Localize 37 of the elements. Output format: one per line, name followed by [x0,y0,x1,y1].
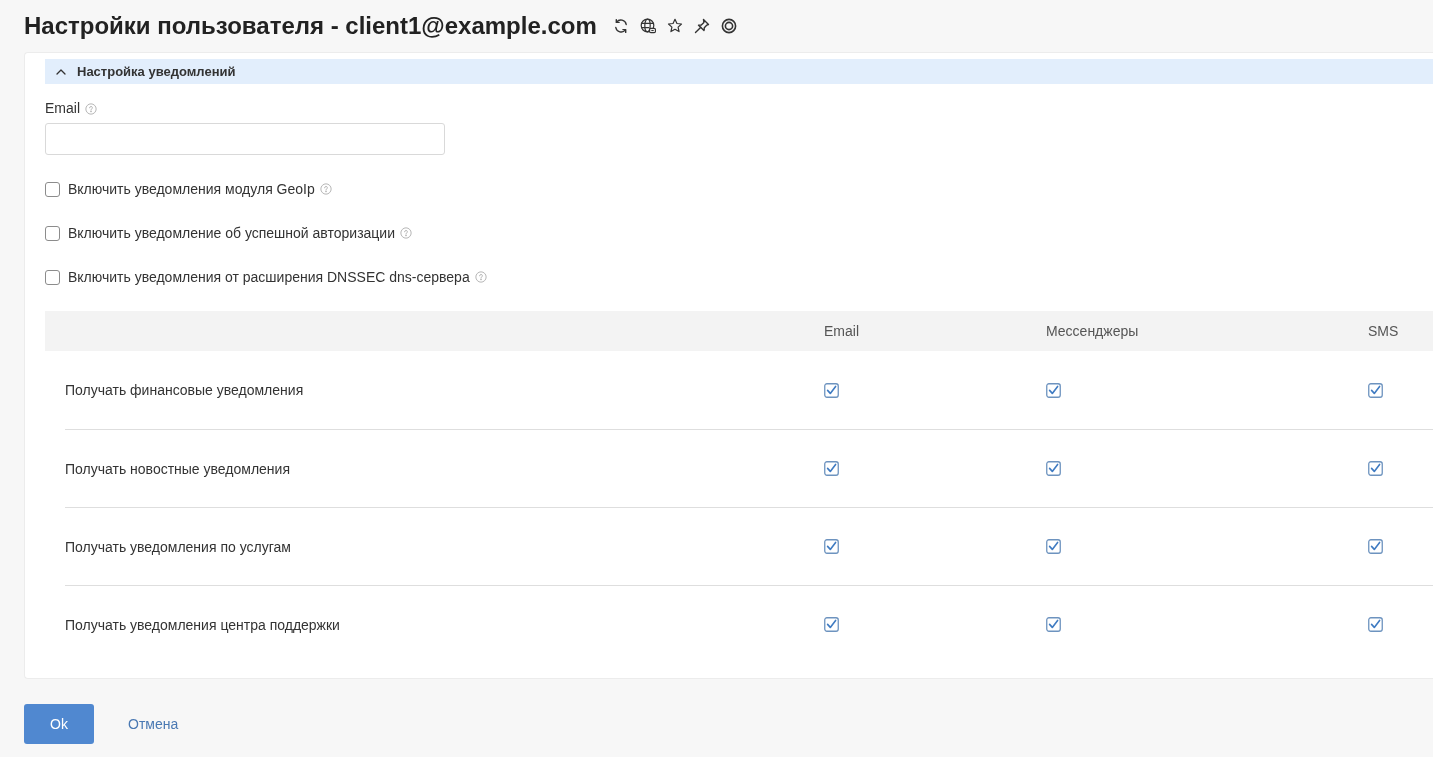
lifebuoy-icon[interactable] [720,18,737,34]
email-label: Email [45,100,80,117]
table-cell: Получать новостные уведомления [65,460,290,477]
star-icon[interactable] [666,18,683,34]
email-input-field[interactable] [45,123,445,155]
refresh-icon[interactable] [612,18,629,34]
page-title: Настройки пользователя - client1@example.com [24,12,597,40]
ok-button[interactable]: Ok [24,704,94,744]
checkbox[interactable] [824,617,839,632]
checkbox[interactable] [824,539,839,554]
globe-icon[interactable] [639,18,656,34]
checkbox[interactable] [45,225,60,241]
column-header: Мессенджеры [1046,323,1139,339]
chevron-icon [56,68,66,75]
checkbox[interactable] [1046,539,1061,554]
table-cell: Получать уведомления по услугам [65,538,291,555]
checkbox[interactable] [1046,617,1061,632]
checkbox[interactable] [45,181,60,197]
column-header: Email [824,323,859,339]
checkbox[interactable] [1046,461,1061,476]
option-label: Включить уведомления модуля GeoIp [68,180,315,198]
option-label: Включить уведомления от расширения DNSSEC dns-сервера [68,268,470,286]
checkbox[interactable] [1046,382,1061,398]
section-header[interactable]: Настройка уведомлений [45,59,1433,84]
checkbox[interactable] [1368,617,1383,632]
checkbox[interactable] [1368,539,1383,554]
column-header: SMS [1368,323,1399,339]
pin-icon[interactable] [693,18,710,34]
checkbox[interactable] [1368,461,1383,476]
checkbox[interactable] [824,382,839,398]
table-cell: Получать финансовые уведомления [65,382,304,398]
cancel-link[interactable]: Отмена [116,711,191,737]
option-label: Включить уведомление об успешной авторизации [68,224,395,242]
checkbox[interactable] [45,269,60,285]
checkbox[interactable] [1368,382,1383,398]
table-cell: Получать уведомления центра поддержки [65,616,340,633]
checkbox[interactable] [824,461,839,476]
